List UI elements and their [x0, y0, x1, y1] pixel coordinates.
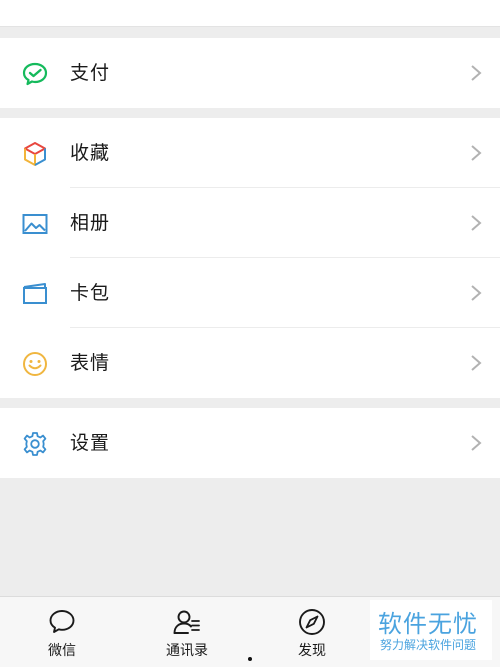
menu-item-stickers[interactable]: 表情 [0, 328, 500, 398]
tab-chats[interactable]: 微信 [17, 597, 107, 667]
chevron-right-icon [471, 145, 482, 161]
touch-indicator-dot [248, 657, 252, 661]
watermark-title: 软件无忧 [378, 610, 478, 638]
chevron-right-icon [471, 435, 482, 451]
menu-group-settings: 设置 [0, 408, 500, 478]
menu-item-pay[interactable]: 支付 [0, 38, 500, 108]
menu-item-pay-label: 支付 [70, 62, 111, 84]
watermark-subtitle: 努力解决软件问题 [380, 638, 477, 652]
menu-item-album-label: 相册 [70, 212, 111, 234]
gear-icon [21, 430, 49, 458]
favorites-cube-icon [21, 140, 49, 168]
menu-item-settings-label: 设置 [70, 432, 111, 454]
tab-chats-label: 微信 [48, 643, 76, 659]
compass-icon [299, 609, 325, 635]
menu-item-favorites-label: 收藏 [70, 142, 111, 164]
menu-group-main: 收藏 相册 卡包 表情 [0, 118, 500, 398]
card-wallet-icon [21, 280, 49, 308]
tab-contacts-label: 通讯录 [166, 643, 208, 659]
chevron-right-icon [471, 65, 482, 81]
tab-contacts[interactable]: 通讯录 [142, 597, 232, 667]
chevron-right-icon [471, 215, 482, 231]
watermark-logo: 软件无忧 努力解决软件问题 [370, 600, 492, 660]
menu-item-settings[interactable]: 设置 [0, 408, 500, 478]
smiley-face-icon [21, 350, 49, 378]
contacts-icon [173, 610, 200, 634]
chevron-right-icon [471, 355, 482, 371]
album-image-icon [21, 210, 49, 238]
menu-item-stickers-label: 表情 [70, 352, 111, 374]
menu-item-favorites[interactable]: 收藏 [0, 118, 500, 188]
tab-discover-label: 发现 [298, 643, 326, 659]
top-panel-strip [0, 0, 500, 27]
menu-item-cards[interactable]: 卡包 [0, 258, 500, 328]
menu-item-album[interactable]: 相册 [0, 188, 500, 258]
tab-discover[interactable]: 发现 [267, 597, 357, 667]
menu-group-pay: 支付 [0, 38, 500, 108]
chat-bubble-icon [49, 610, 75, 633]
menu-item-cards-label: 卡包 [70, 282, 111, 304]
wechat-pay-icon [21, 60, 49, 88]
chevron-right-icon [471, 285, 482, 301]
